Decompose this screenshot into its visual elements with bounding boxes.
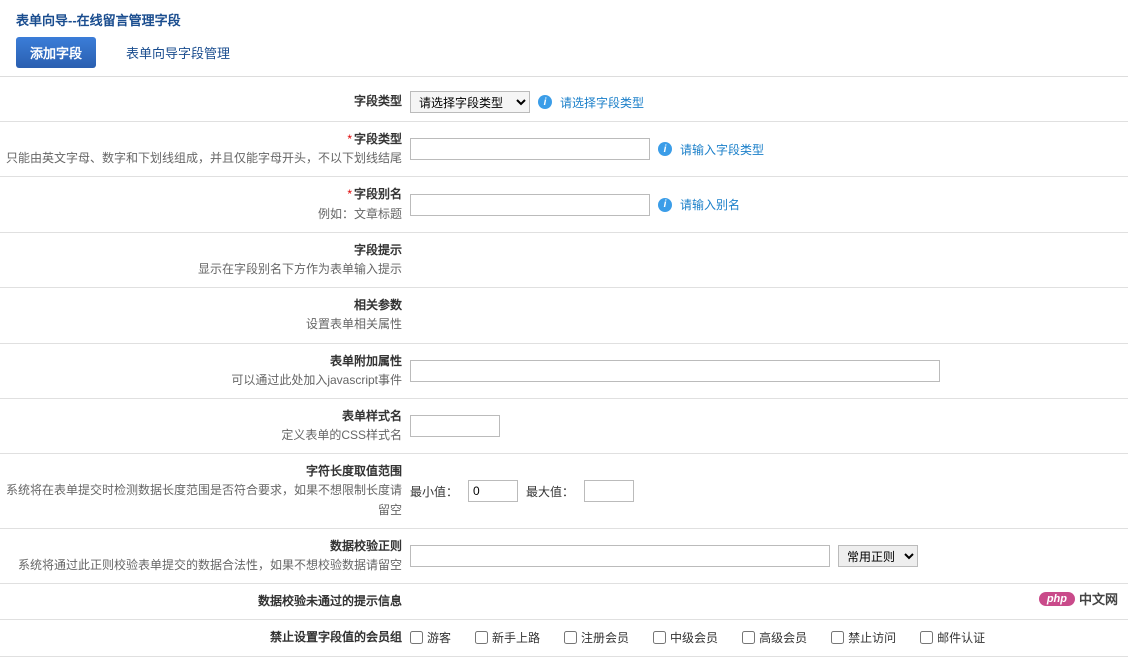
cb-registered[interactable] <box>564 631 577 644</box>
desc-form-extra: 可以通过此处加入javascript事件 <box>0 371 402 390</box>
desc-char-range: 系统将在表单提交时检测数据长度范围是否符合要求，如果不想限制长度请留空 <box>0 481 402 519</box>
input-min[interactable] <box>468 480 518 502</box>
watermark-text: 中文网 <box>1079 589 1118 608</box>
select-common-regex[interactable]: 常用正则 <box>838 545 918 567</box>
info-icon: i <box>658 142 672 156</box>
desc-form-css: 定义表单的CSS样式名 <box>0 426 402 445</box>
cb-item-guest[interactable]: 游客 <box>410 629 451 646</box>
cb-item-senior[interactable]: 高级会员 <box>742 629 807 646</box>
row-data-regex: 数据校验正则 系统将通过此正则校验表单提交的数据合法性，如果不想校验数据请留空 … <box>0 529 1128 584</box>
php-badge: php <box>1039 592 1075 606</box>
hint-field-type: 请选择字段类型 <box>560 94 644 111</box>
cb-emailauth[interactable] <box>920 631 933 644</box>
row-field-type-input: *字段类型 只能由英文字母、数字和下划线组成，并且仅能字母开头，不以下划线结尾 … <box>0 122 1128 177</box>
input-form-extra[interactable] <box>410 360 940 382</box>
cb-item-newbie[interactable]: 新手上路 <box>475 629 540 646</box>
desc-field-type-input: 只能由英文字母、数字和下划线组成，并且仅能字母开头，不以下划线结尾 <box>0 149 402 168</box>
row-field-type-select: 字段类型 请选择字段类型 i 请选择字段类型 <box>0 83 1128 122</box>
info-icon: i <box>538 95 552 109</box>
desc-related-params: 设置表单相关属性 <box>0 315 402 334</box>
row-char-range: 字符长度取值范围 系统将在表单提交时检测数据长度范围是否符合要求，如果不想限制长… <box>0 454 1128 529</box>
watermark: php 中文网 <box>1039 589 1118 608</box>
row-forbid-groups: 禁止设置字段值的会员组 游客 新手上路 注册会员 中级会员 高级会员 禁止访问 … <box>0 620 1128 656</box>
cb-item-mid[interactable]: 中级会员 <box>653 629 718 646</box>
desc-field-tip: 显示在字段别名下方作为表单输入提示 <box>0 260 402 279</box>
label-forbid-groups: 禁止设置字段值的会员组 <box>270 630 402 644</box>
row-field-alias: *字段别名 例如：文章标题 i 请输入别名 <box>0 177 1128 232</box>
required-mark: * <box>347 132 352 146</box>
cb-item-banned[interactable]: 禁止访问 <box>831 629 896 646</box>
select-field-type[interactable]: 请选择字段类型 <box>410 91 530 113</box>
label-related-params: 相关参数 <box>354 298 402 312</box>
cb-senior[interactable] <box>742 631 755 644</box>
page-title: 表单向导--在线留言管理字段 <box>0 0 1128 37</box>
row-form-extra: 表单附加属性 可以通过此处加入javascript事件 <box>0 344 1128 399</box>
row-related-params: 相关参数 设置表单相关属性 <box>0 288 1128 343</box>
label-field-type-input: 字段类型 <box>354 132 402 146</box>
input-field-type[interactable] <box>410 138 650 160</box>
cb-item-emailauth[interactable]: 邮件认证 <box>920 629 985 646</box>
label-regex-fail-msg: 数据校验未通过的提示信息 <box>258 594 402 608</box>
required-mark: * <box>347 187 352 201</box>
desc-data-regex: 系统将通过此正则校验表单提交的数据合法性，如果不想校验数据请留空 <box>0 556 402 575</box>
cb-item-registered[interactable]: 注册会员 <box>564 629 629 646</box>
form-section: 字段类型 请选择字段类型 i 请选择字段类型 *字段类型 只能由英文字母、数字和… <box>0 83 1128 657</box>
tab-manage-fields[interactable]: 表单向导字段管理 <box>112 37 244 68</box>
cb-newbie[interactable] <box>475 631 488 644</box>
checkbox-group-forbid: 游客 新手上路 注册会员 中级会员 高级会员 禁止访问 邮件认证 <box>410 629 985 646</box>
max-label: 最大值： <box>526 483 574 500</box>
tabs: 添加字段 表单向导字段管理 <box>0 37 1128 77</box>
input-max[interactable] <box>584 480 634 502</box>
hint-field-type-input: 请输入字段类型 <box>680 141 764 158</box>
row-regex-fail-msg: 数据校验未通过的提示信息 <box>0 584 1128 620</box>
min-label: 最小值： <box>410 483 458 500</box>
info-icon: i <box>658 198 672 212</box>
input-data-regex[interactable] <box>410 545 830 567</box>
input-field-alias[interactable] <box>410 194 650 216</box>
row-form-css: 表单样式名 定义表单的CSS样式名 <box>0 399 1128 454</box>
label-field-type: 字段类型 <box>354 94 402 108</box>
desc-field-alias: 例如：文章标题 <box>0 205 402 224</box>
cb-guest[interactable] <box>410 631 423 644</box>
cb-banned[interactable] <box>831 631 844 644</box>
row-field-tip: 字段提示 显示在字段别名下方作为表单输入提示 <box>0 233 1128 288</box>
label-data-regex: 数据校验正则 <box>330 539 402 553</box>
label-field-alias: 字段别名 <box>354 187 402 201</box>
input-form-css[interactable] <box>410 415 500 437</box>
hint-field-alias: 请输入别名 <box>680 196 740 213</box>
label-field-tip: 字段提示 <box>354 243 402 257</box>
label-form-extra: 表单附加属性 <box>330 354 402 368</box>
cb-mid[interactable] <box>653 631 666 644</box>
label-char-range: 字符长度取值范围 <box>306 464 402 478</box>
tab-add-field[interactable]: 添加字段 <box>16 37 96 68</box>
label-form-css: 表单样式名 <box>342 409 402 423</box>
